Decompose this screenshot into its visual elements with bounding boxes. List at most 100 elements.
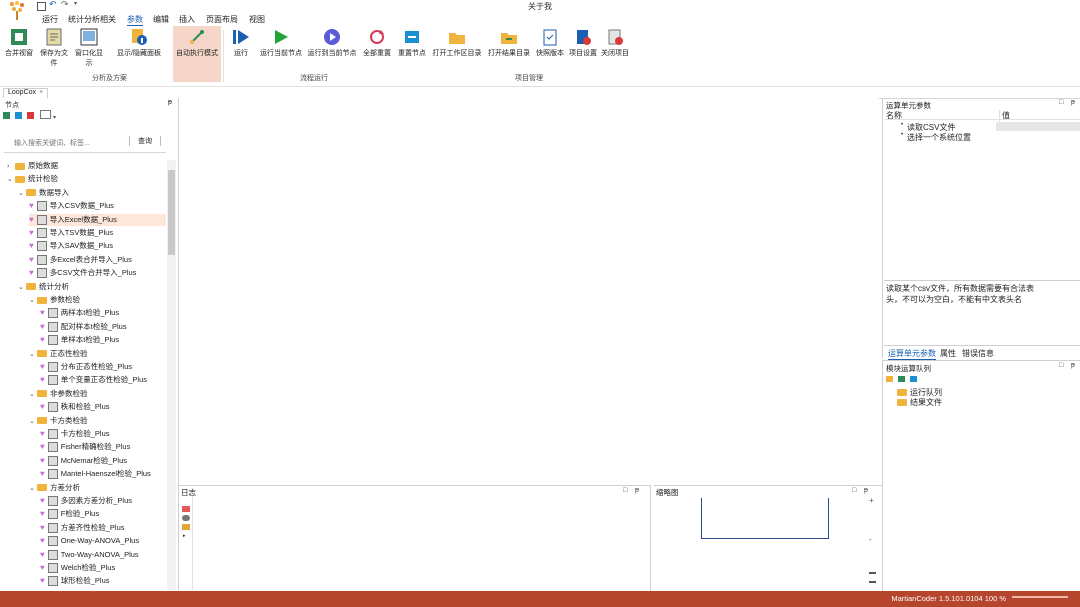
run-queue-pin-icon[interactable]: ᵽ	[1071, 362, 1075, 369]
open-result-dir-button[interactable]: 打开结果目录	[486, 26, 532, 64]
params-panel-restore-icon[interactable]: □	[1059, 99, 1063, 106]
save-file-button[interactable]: 保存为文件	[37, 26, 71, 67]
chart-icon[interactable]	[182, 524, 190, 530]
tree-folder[interactable]: ⌄ 正态性检验	[29, 348, 166, 360]
open-workspace-button[interactable]: 打开工作区目录	[430, 26, 484, 64]
param-value-cell[interactable]	[996, 122, 1080, 131]
favorite-icon[interactable]: ♥	[40, 441, 45, 453]
favorite-icon[interactable]: ♥	[40, 374, 45, 386]
favorite-icon[interactable]: ♥	[29, 254, 34, 266]
tree-item[interactable]: ♥ 导入CSV数据_Plus	[29, 200, 166, 212]
tree-item[interactable]: ♥ 两样本t检验_Plus	[40, 307, 166, 319]
favorite-icon[interactable]: ♥	[40, 575, 45, 587]
toggle-panel-button[interactable]: 显示/隐藏面板	[107, 26, 171, 64]
tree-item[interactable]: ♥ 秩和检验_Plus	[40, 401, 166, 413]
tab-params[interactable]: 运算单元参数	[888, 348, 936, 360]
menu-item-insert[interactable]: 插入	[179, 14, 195, 25]
preview-viewport[interactable]	[701, 498, 829, 539]
tree-item[interactable]: ♥ 多因素方差分析_Plus	[40, 495, 166, 507]
chevron-down-icon[interactable]: ⌄	[18, 188, 26, 200]
tree-folder[interactable]: ⌄ 参数检验	[29, 294, 166, 306]
tree-folder[interactable]: ⌄ 统计分析	[18, 281, 166, 293]
list-view-icon[interactable]	[27, 112, 35, 119]
menu-item-view[interactable]: 视图	[249, 14, 265, 25]
chevron-down-icon[interactable]: ⌄	[18, 282, 26, 294]
log-restore-icon[interactable]: □	[623, 487, 627, 494]
merge-view-button[interactable]: 合并视窗	[2, 26, 36, 64]
tree-item[interactable]: ♥ 球形检验_Plus	[40, 575, 166, 587]
favorite-icon[interactable]: ♥	[40, 522, 45, 534]
queue-folder-icon[interactable]	[886, 376, 893, 382]
auto-exec-mode-button[interactable]: 自动执行模式	[173, 26, 221, 82]
tree-item[interactable]: ♥ Fisher精确检验_Plus	[40, 441, 166, 453]
chevron-down-icon[interactable]: ⌄	[29, 483, 37, 495]
tree-folder[interactable]: ⌄ 方差分析	[29, 482, 166, 494]
search-input[interactable]	[12, 137, 120, 149]
status-slider[interactable]	[1012, 596, 1068, 598]
panel-pin-icon[interactable]: ᵽ	[168, 99, 172, 106]
favorite-icon[interactable]: ♥	[40, 455, 45, 467]
tree-item[interactable]: ♥ 卡方检验_Plus	[40, 428, 166, 440]
favorite-icon[interactable]: ♥	[40, 307, 45, 319]
search-button[interactable]: 查询	[129, 136, 161, 146]
chevron-down-icon[interactable]: ⌄	[29, 389, 37, 401]
favorite-icon[interactable]: ♥	[40, 549, 45, 561]
favorite-icon[interactable]: ♥	[40, 334, 45, 346]
favorite-icon[interactable]: ♥	[40, 535, 45, 547]
tree-item[interactable]: ♥ 导入SAV数据_Plus	[29, 240, 166, 252]
tree-item[interactable]: ♥ One-Way-ANOVA_Plus	[40, 535, 166, 547]
menu-item-stats[interactable]: 统计分析相关	[68, 14, 116, 25]
preview-pin-icon[interactable]: ᵽ	[864, 487, 868, 494]
queue-refresh-icon[interactable]	[898, 376, 906, 382]
window-display-button[interactable]: 窗口化显示	[72, 26, 106, 67]
run-button[interactable]: 运行	[225, 26, 257, 64]
favorite-icon[interactable]: ♥	[29, 267, 34, 279]
expand-all-icon[interactable]	[3, 112, 10, 119]
tree-item[interactable]: ♥ 单个变量正态性检验_Plus	[40, 374, 166, 386]
project-settings-button[interactable]: 项目设置	[568, 26, 598, 64]
menu-item-params[interactable]: 参数	[127, 14, 143, 26]
queue-dropdown-icon[interactable]	[910, 376, 918, 382]
tree-scrollbar[interactable]	[167, 160, 176, 590]
collapse-all-icon[interactable]	[15, 112, 23, 119]
tree-item[interactable]: ♥ 多CSV文件合并导入_Plus	[29, 267, 166, 279]
tree-folder[interactable]: ⌄ 统计检验	[7, 173, 166, 185]
favorite-icon[interactable]: ♥	[40, 508, 45, 520]
favorite-icon[interactable]: ♥	[29, 227, 34, 239]
tree-item[interactable]: ♥ 配对样本t检验_Plus	[40, 321, 166, 333]
redo-icon[interactable]: ↷	[61, 0, 69, 10]
favorite-icon[interactable]: ♥	[40, 428, 45, 440]
eraser-icon[interactable]	[182, 506, 190, 512]
queue-item[interactable]: 结果文件	[897, 397, 942, 408]
tree-item[interactable]: ♥ 分布正态性检验_Plus	[40, 361, 166, 373]
chevron-right-icon[interactable]: ›	[7, 161, 15, 173]
tab-close-icon[interactable]: ×	[39, 89, 43, 96]
tree-item[interactable]: ♥ 多Excel表合并导入_Plus	[29, 254, 166, 266]
tree-item[interactable]: ♥ Mantel-Haenszel检验_Plus	[40, 468, 166, 480]
eye-icon[interactable]	[182, 515, 190, 521]
preview-restore-icon[interactable]: □	[852, 487, 856, 494]
undo-icon[interactable]: ↶	[49, 0, 57, 10]
tab-errors[interactable]: 错误信息	[962, 348, 994, 359]
save-icon[interactable]	[37, 2, 46, 11]
favorite-icon[interactable]: ♥	[40, 562, 45, 574]
reset-all-button[interactable]: 全部重置	[360, 26, 394, 64]
close-project-button[interactable]: 关闭项目	[599, 26, 631, 64]
tree-item[interactable]: ♥ 方差齐性检验_Plus	[40, 522, 166, 534]
chevron-down-icon[interactable]: ⌄	[29, 349, 37, 361]
tree-item[interactable]: ♥ 单样本t检验_Plus	[40, 334, 166, 346]
favorite-icon[interactable]: ♥	[40, 361, 45, 373]
dropdown-icon[interactable]: ▾	[53, 115, 56, 121]
params-panel-pin-icon[interactable]: ᵽ	[1071, 99, 1075, 106]
quick-access-dropdown-icon[interactable]: ▾	[74, 0, 77, 7]
zoom-out-icon[interactable]: -	[869, 535, 881, 544]
favorite-icon[interactable]: ♥	[29, 240, 34, 252]
favorite-icon[interactable]: ♥	[40, 401, 45, 413]
tree-item[interactable]: ♥ F检验_Plus	[40, 508, 166, 520]
menu-item-layout[interactable]: 页面布局	[206, 14, 238, 25]
favorite-icon[interactable]: ♥	[29, 200, 34, 212]
tree-scrollbar-thumb[interactable]	[168, 170, 175, 255]
chevron-down-icon[interactable]: ⌄	[29, 416, 37, 428]
tree-folder[interactable]: ⌄ 数据导入	[18, 187, 166, 199]
param-row[interactable]: 选择一个系统位置	[907, 132, 971, 143]
